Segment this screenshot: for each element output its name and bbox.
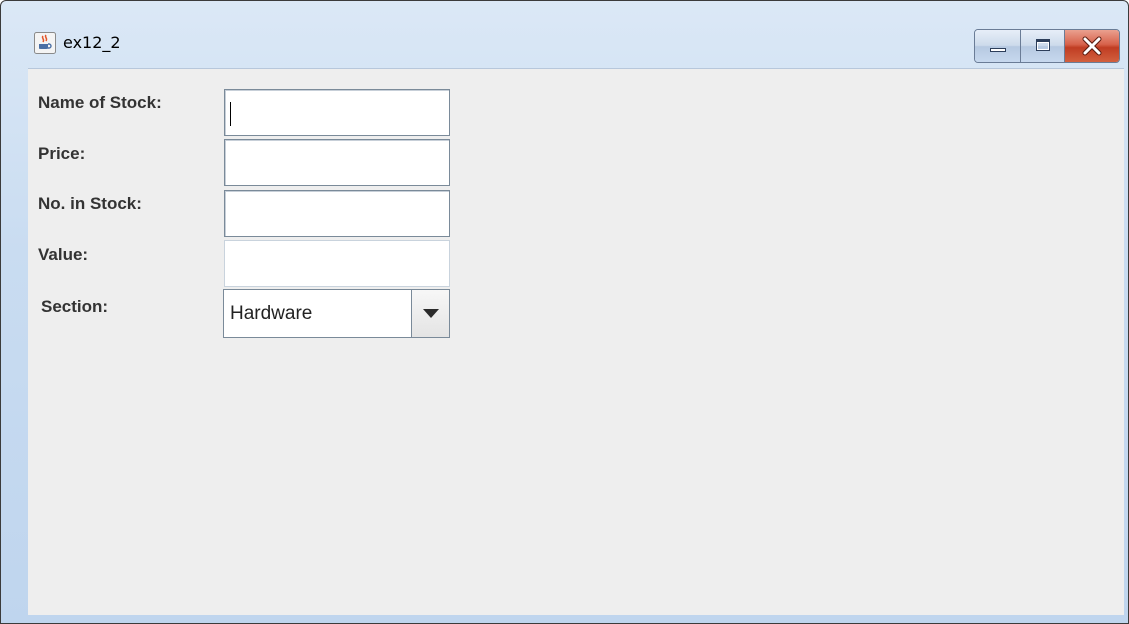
value-label: Value: — [38, 245, 89, 264]
chevron-down-icon — [423, 309, 439, 318]
maximize-icon — [1036, 39, 1050, 51]
window-controls — [974, 29, 1120, 63]
form-panel: Name of Stock: Price: No. in Stock: Valu… — [28, 68, 1124, 615]
price-label: Price: — [38, 144, 86, 163]
minimize-icon — [990, 48, 1006, 52]
app-window: ex12_2 Name of Stock: Price: No. in Stoc… — [0, 0, 1129, 624]
minimize-button[interactable] — [975, 30, 1021, 62]
window-title: ex12_2 — [63, 33, 121, 52]
value-output — [224, 240, 450, 287]
title-bar[interactable]: ex12_2 — [1, 1, 1128, 67]
name-of-stock-label: Name of Stock: — [38, 93, 162, 112]
java-coffee-icon[interactable] — [34, 32, 56, 54]
no-in-stock-label: No. in Stock: — [38, 194, 142, 213]
price-input[interactable] — [224, 139, 450, 186]
section-label: Section: — [41, 297, 109, 316]
text-caret — [230, 102, 231, 126]
section-select[interactable]: Hardware — [223, 289, 450, 338]
close-icon — [1065, 30, 1119, 62]
section-dropdown-button[interactable] — [411, 290, 449, 337]
name-of-stock-input[interactable] — [224, 89, 450, 136]
section-selected-value: Hardware — [230, 303, 313, 324]
no-in-stock-input[interactable] — [224, 190, 450, 237]
close-button[interactable] — [1065, 30, 1119, 62]
maximize-button[interactable] — [1021, 30, 1065, 62]
